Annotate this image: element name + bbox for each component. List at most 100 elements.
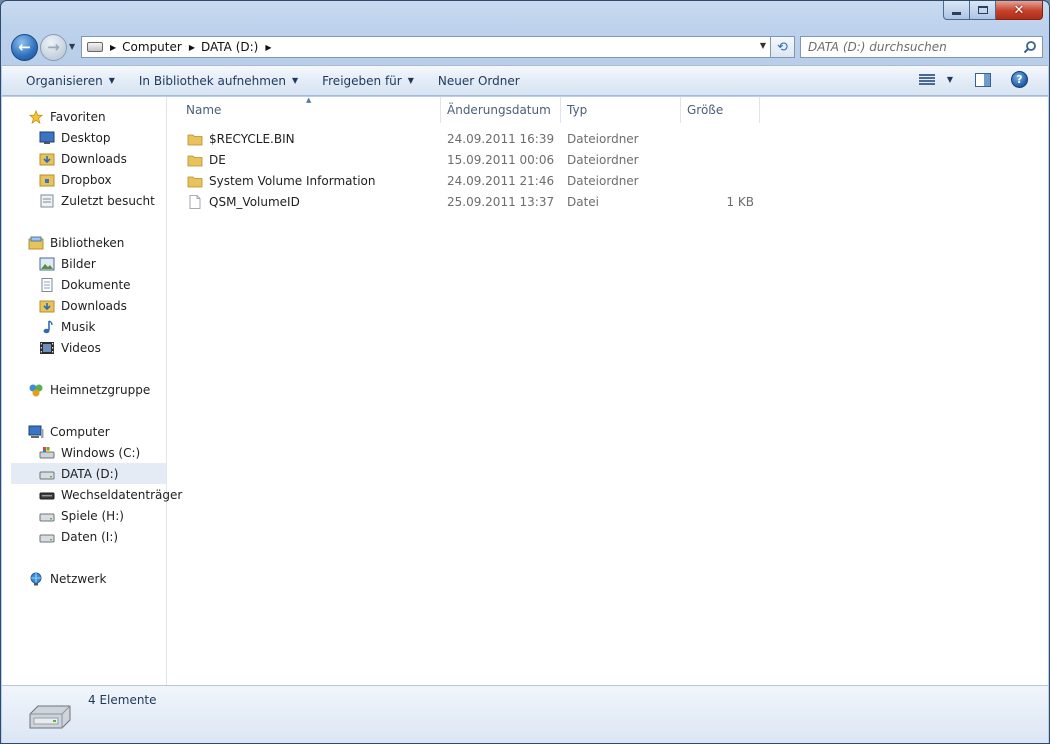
details-pane: 4 Elemente (2, 685, 1048, 743)
nav-item-drive-h[interactable]: Spiele (H:) (39, 505, 124, 526)
navigation-row: ← → ▼ ▶ Computer ▶ DATA (D:) ▶ ▼ ⟲ (9, 33, 1043, 61)
include-library-menu[interactable]: In Bibliothek aufnehmen ▼ (139, 74, 298, 88)
minimize-icon (952, 11, 961, 15)
file-type: Dateiordner (567, 152, 639, 167)
nav-item-recent[interactable]: Zuletzt besucht (39, 190, 155, 211)
windows-drive-icon (39, 446, 55, 458)
pictures-icon (39, 257, 55, 270)
help-icon[interactable]: ? (1011, 71, 1028, 88)
column-header-label: Größe (687, 103, 724, 117)
share-menu[interactable]: Freigeben für ▼ (322, 74, 414, 88)
folder-icon (187, 176, 203, 187)
search-input[interactable] (808, 40, 1018, 54)
videos-icon (40, 341, 54, 354)
breadcrumb-computer[interactable]: Computer (122, 40, 182, 54)
search-icon[interactable] (1023, 40, 1037, 54)
nav-item-label: Downloads (61, 298, 127, 313)
nav-libraries[interactable]: Bibliotheken (28, 232, 124, 253)
nav-favorites[interactable]: Favoriten (28, 106, 106, 127)
address-dropdown-icon[interactable]: ▼ (760, 41, 766, 50)
nav-item-dropbox[interactable]: Dropbox (39, 169, 112, 190)
view-controls: ▼ ? (918, 71, 1028, 88)
organize-label: Organisieren (26, 73, 103, 88)
nav-item-videos[interactable]: Videos (39, 337, 101, 358)
forward-button[interactable]: → (40, 34, 67, 61)
back-arrow-icon: ← (18, 38, 31, 56)
view-options-icon[interactable] (918, 73, 935, 86)
include-library-label: In Bibliothek aufnehmen (138, 73, 286, 88)
column-header-size[interactable]: Größe (681, 97, 760, 123)
column-header-name[interactable]: ▲ Name (168, 96, 441, 123)
refresh-button[interactable]: ⟲ (771, 36, 795, 58)
navigation-pane: Favoriten Desktop Downloads Dropbox Zule… (2, 97, 182, 685)
downloads-folder-icon (39, 153, 55, 165)
table-row[interactable]: QSM_VolumeID 25.09.2011 13:37 Datei 1 KB (168, 191, 760, 212)
table-row[interactable]: $RECYCLE.BIN 24.09.2011 16:39 Dateiordne… (168, 128, 760, 149)
item-count: 4 Elemente (88, 693, 157, 707)
nav-item-desktop[interactable]: Desktop (39, 127, 111, 148)
drive-icon (87, 42, 103, 52)
file-date: 24.09.2011 21:46 (447, 173, 555, 188)
nav-item-drive-c[interactable]: Windows (C:) (39, 442, 140, 463)
network-icon (30, 572, 42, 585)
hard-drive-icon (39, 471, 55, 479)
preview-pane-icon[interactable] (975, 72, 991, 87)
file-date: 25.09.2011 13:37 (447, 194, 555, 209)
downloads-folder-icon (39, 300, 55, 312)
nav-favorites-label: Favoriten (50, 109, 106, 124)
sort-ascending-icon: ▲ (306, 96, 312, 104)
nav-item-drive-d[interactable]: DATA (D:) (11, 463, 166, 484)
chevron-down-icon: ▼ (291, 76, 299, 85)
nav-homegroup[interactable]: Heimnetzgruppe (28, 379, 150, 400)
column-header-date[interactable]: Änderungsdatum (441, 97, 561, 123)
minimize-button[interactable] (943, 1, 970, 20)
folder-icon (187, 134, 203, 145)
nav-item-library-downloads[interactable]: Downloads (39, 295, 127, 316)
nav-network[interactable]: Netzwerk (28, 568, 106, 589)
column-header-type[interactable]: Typ (561, 97, 681, 123)
breadcrumb-separator-icon[interactable]: ▶ (110, 43, 116, 52)
file-type: Datei (567, 194, 600, 209)
nav-item-music[interactable]: Musik (39, 316, 96, 337)
nav-item-removable[interactable]: Wechseldatenträger (39, 484, 182, 505)
nav-item-label: Desktop (61, 130, 111, 145)
nav-item-downloads[interactable]: Downloads (39, 148, 127, 169)
view-dropdown-icon[interactable]: ▼ (947, 75, 953, 84)
file-name-cell: $RECYCLE.BIN (168, 132, 441, 146)
nav-computer[interactable]: Computer (28, 421, 110, 442)
recent-pages-dropdown[interactable]: ▼ (69, 42, 75, 51)
search-box[interactable] (800, 36, 1043, 58)
computer-icon (28, 425, 44, 438)
address-bar[interactable]: ▶ Computer ▶ DATA (D:) ▶ ▼ (81, 36, 771, 58)
maximize-button[interactable] (970, 1, 996, 20)
nav-item-label: Dokumente (61, 277, 131, 292)
breadcrumb-separator-icon[interactable]: ▶ (265, 43, 271, 52)
nav-computer-label: Computer (50, 424, 110, 439)
nav-item-label: Bilder (61, 256, 96, 271)
breadcrumb-separator-icon[interactable]: ▶ (189, 43, 195, 52)
nav-item-drive-i[interactable]: Daten (I:) (39, 526, 118, 547)
file-name-cell: QSM_VolumeID (168, 195, 441, 209)
content-area: Favoriten Desktop Downloads Dropbox Zule… (2, 96, 1048, 685)
nav-item-label: Videos (61, 340, 101, 355)
hard-drive-icon (39, 534, 55, 542)
dropbox-folder-icon (39, 174, 55, 186)
nav-item-label: Windows (C:) (61, 445, 141, 460)
chevron-down-icon: ▼ (407, 76, 414, 85)
table-row[interactable]: System Volume Information 24.09.2011 21:… (168, 170, 760, 191)
close-button[interactable]: ✕ (996, 1, 1043, 20)
explorer-window: ✕ ← → ▼ ▶ Computer ▶ DATA (D:) ▶ ▼ ⟲ Org… (0, 0, 1050, 744)
recent-places-icon (40, 194, 54, 207)
organize-menu[interactable]: Organisieren ▼ (26, 74, 115, 88)
file-name: QSM_VolumeID (209, 194, 300, 209)
maximize-icon (977, 6, 988, 14)
back-button[interactable]: ← (11, 34, 38, 61)
table-row[interactable]: DE 15.09.2011 00:06 Dateiordner (168, 149, 760, 170)
nav-item-label: Wechseldatenträger (61, 487, 183, 502)
nav-item-label: Zuletzt besucht (61, 193, 155, 208)
breadcrumb-drive[interactable]: DATA (D:) (201, 40, 258, 54)
nav-item-pictures[interactable]: Bilder (39, 253, 96, 274)
nav-item-label: DATA (D:) (61, 466, 119, 481)
nav-item-documents[interactable]: Dokumente (39, 274, 131, 295)
new-folder-button[interactable]: Neuer Ordner (438, 74, 520, 88)
